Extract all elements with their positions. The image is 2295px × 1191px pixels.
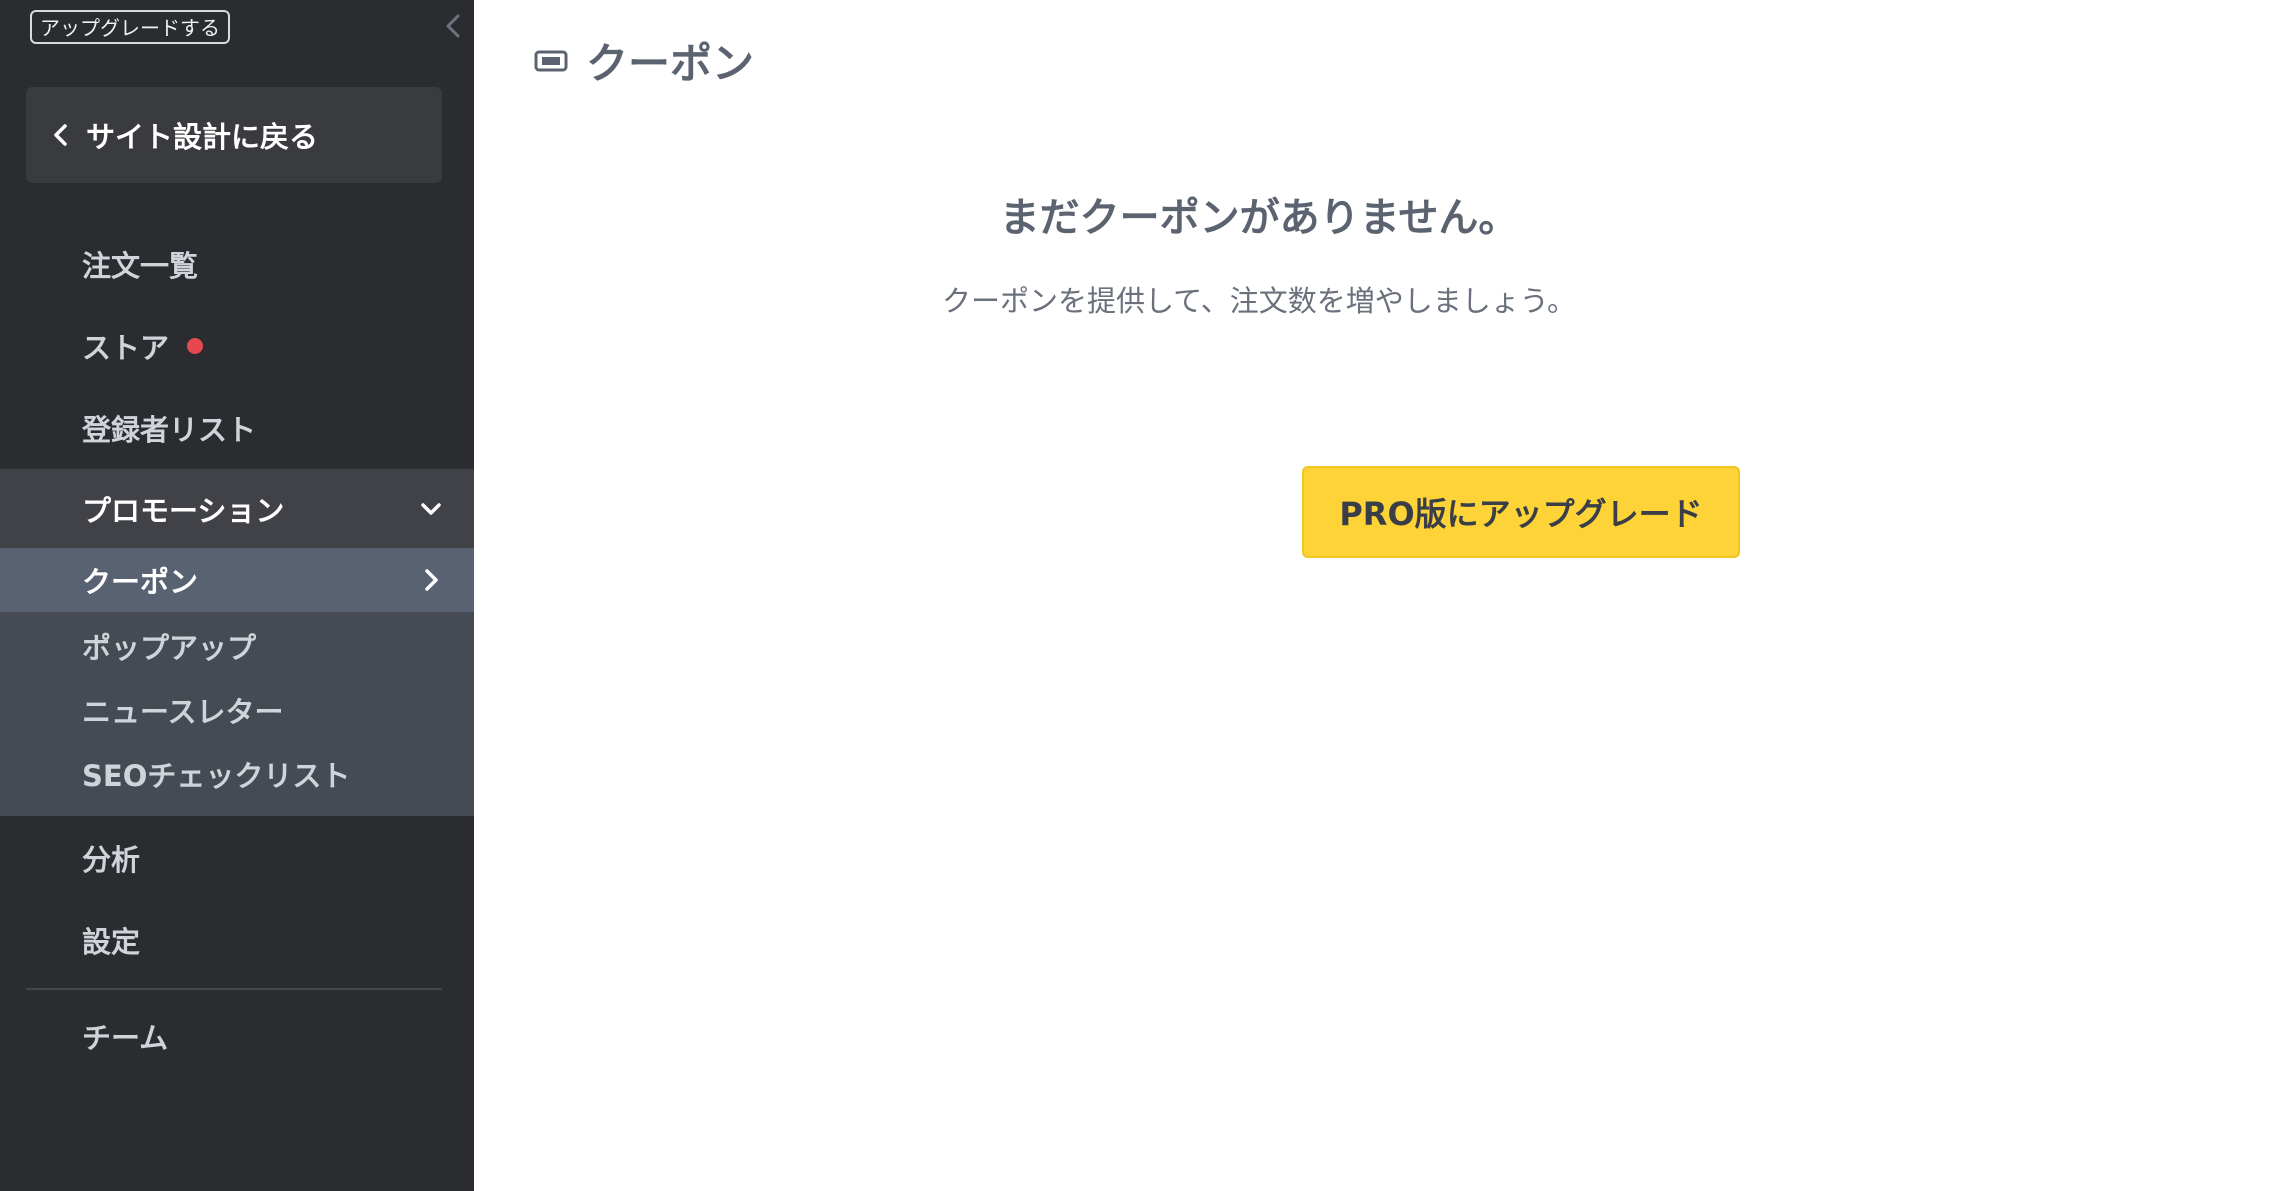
sidebar-item-newsletter[interactable]: ニュースレター bbox=[0, 684, 474, 736]
collapse-sidebar-button[interactable] bbox=[440, 10, 466, 42]
notification-dot bbox=[187, 338, 204, 354]
chevron-left-icon bbox=[54, 124, 67, 146]
sidebar-item-label: チーム bbox=[82, 1021, 169, 1055]
sidebar-item-label: ポップアップ bbox=[82, 631, 257, 665]
sidebar-item-subscribers[interactable]: 登録者リスト bbox=[0, 400, 474, 456]
sidebar-item-analytics[interactable]: 分析 bbox=[0, 830, 474, 886]
sidebar-item-label: 設定 bbox=[82, 925, 141, 959]
sidebar-divider bbox=[26, 988, 442, 990]
sidebar-item-label: 注文一覧 bbox=[82, 249, 199, 283]
chevron-down-icon bbox=[421, 503, 441, 515]
sidebar-item-promotion[interactable]: プロモーション bbox=[0, 469, 474, 549]
back-to-site-button[interactable]: サイト設計に戻る bbox=[26, 87, 442, 183]
sidebar-item-store[interactable]: ストア bbox=[0, 318, 474, 374]
sidebar-item-team[interactable]: チーム bbox=[0, 1008, 474, 1064]
sidebar-item-label: ストア bbox=[82, 331, 170, 365]
sidebar-item-label: 登録者リスト bbox=[82, 413, 257, 447]
back-button-label: サイト設計に戻る bbox=[86, 120, 319, 154]
main-content: クーポン まだクーポンがありません。 クーポンを提供して、注文数を増やしましょう… bbox=[474, 0, 2295, 1191]
chevron-left-icon bbox=[446, 14, 460, 38]
sidebar: アップグレードする サイト設計に戻る 注文一覧 ストア 登録者リスト プロモーシ… bbox=[0, 0, 474, 1191]
sidebar-item-orders[interactable]: 注文一覧 bbox=[0, 236, 474, 292]
upgrade-chip[interactable]: アップグレードする bbox=[30, 10, 230, 44]
ticket-icon bbox=[534, 50, 568, 71]
sidebar-item-settings[interactable]: 設定 bbox=[0, 912, 474, 968]
page-title: クーポン bbox=[586, 39, 755, 88]
sidebar-item-label: SEOチェックリスト bbox=[82, 759, 351, 793]
app-window: アップグレードする サイト設計に戻る 注文一覧 ストア 登録者リスト プロモーシ… bbox=[0, 0, 2295, 1191]
sidebar-item-label: プロモーション bbox=[82, 494, 285, 528]
sidebar-item-popup[interactable]: ポップアップ bbox=[0, 620, 474, 672]
sidebar-item-label: 分析 bbox=[82, 843, 141, 877]
sidebar-item-label: クーポン bbox=[82, 565, 199, 599]
chevron-right-icon bbox=[425, 569, 438, 591]
upgrade-to-pro-button[interactable]: PRO版にアップグレード bbox=[1302, 466, 1740, 558]
sidebar-item-label: ニュースレター bbox=[82, 695, 284, 729]
empty-state-title: まだクーポンがありません。 bbox=[999, 195, 1519, 241]
sidebar-item-coupon[interactable]: クーポン bbox=[0, 548, 474, 612]
sidebar-item-seo-checklist[interactable]: SEOチェックリスト bbox=[0, 748, 474, 800]
page-header: クーポン bbox=[534, 30, 754, 91]
empty-state-subtitle: クーポンを提供して、注文数を増やしましょう。 bbox=[942, 284, 1576, 318]
